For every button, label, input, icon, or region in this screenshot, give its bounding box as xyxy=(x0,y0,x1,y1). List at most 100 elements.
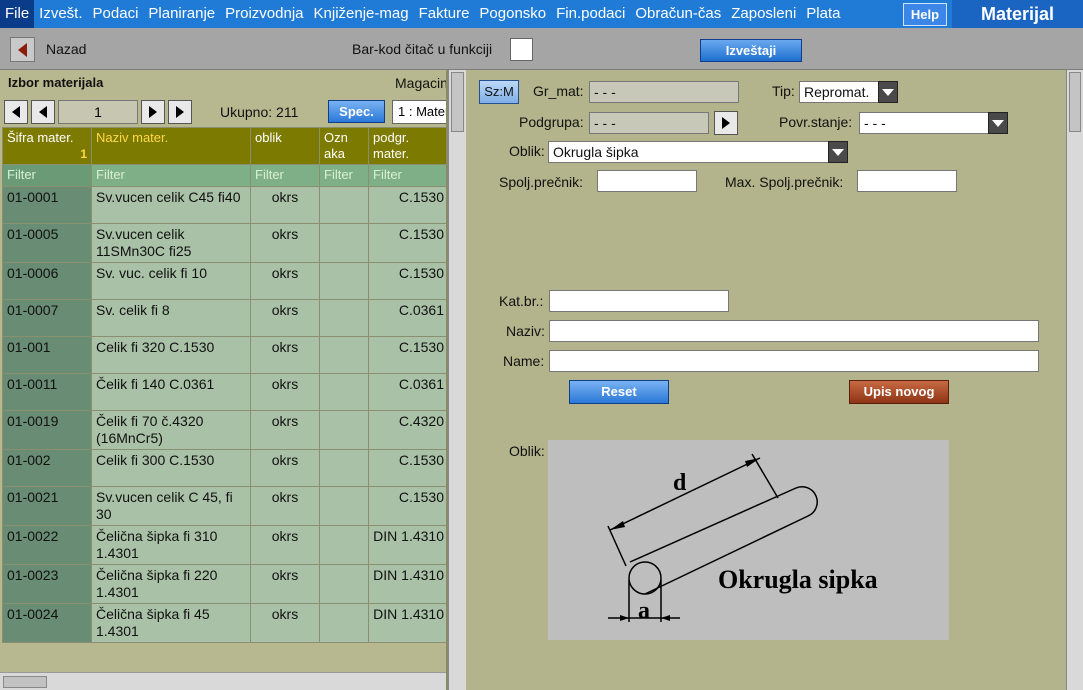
col-header-name[interactable]: Naziv mater. xyxy=(91,127,251,165)
cell-subgroup[interactable]: C.1530 xyxy=(368,336,446,374)
reset-button[interactable]: Reset xyxy=(569,380,669,404)
cell-shape[interactable]: okrs xyxy=(250,336,320,374)
menu-izvestaji[interactable]: Izvešt. xyxy=(34,0,87,28)
cell-name[interactable]: Celik fi 320 C.1530 xyxy=(91,336,251,374)
cell-name[interactable]: Sv.vucen celik C 45, fi 30 xyxy=(91,486,251,526)
menu-pogonsko[interactable]: Pogonsko xyxy=(474,0,551,28)
new-entry-button[interactable]: Upis novog xyxy=(849,380,949,404)
table-row[interactable]: 01-001 Celik fi 320 C.1530 okrs C.1530 xyxy=(2,336,446,374)
table-row[interactable]: 01-002 Celik fi 300 C.1530 okrs C.1530 xyxy=(2,449,446,487)
menu-podaci[interactable]: Podaci xyxy=(88,0,144,28)
cell-mark[interactable] xyxy=(319,449,369,487)
cell-mark[interactable] xyxy=(319,186,369,224)
cell-subgroup[interactable]: DIN 1.4310 xyxy=(368,564,446,604)
naziv-field[interactable] xyxy=(549,320,1039,342)
table-row[interactable]: 01-0022 Čelična šipka fi 310 1.4301 okrs DI… xyxy=(2,525,446,565)
cell-shape[interactable]: okrs xyxy=(250,299,320,337)
podgrupa-browse-button[interactable] xyxy=(714,111,738,135)
filter-code[interactable]: Filter xyxy=(2,164,92,187)
name-field[interactable] xyxy=(549,350,1039,372)
cell-subgroup[interactable]: C.0361 xyxy=(368,299,446,337)
menu-file[interactable]: File xyxy=(0,0,35,28)
oblik-select[interactable]: Okrugla šipka xyxy=(548,141,830,163)
cell-code[interactable]: 01-0019 xyxy=(2,410,92,450)
cell-shape[interactable]: okrs xyxy=(250,262,320,300)
tip-select[interactable]: Repromat. xyxy=(799,81,879,103)
cell-subgroup[interactable]: C.4320 xyxy=(368,410,446,450)
last-page-button[interactable] xyxy=(168,100,192,124)
cell-code[interactable]: 01-0022 xyxy=(2,525,92,565)
cell-name[interactable]: Sv.vucen celik C45 fi40 xyxy=(91,186,251,224)
cell-subgroup[interactable]: C.1530 xyxy=(368,186,446,224)
cell-shape[interactable]: okrs xyxy=(250,525,320,565)
table-row[interactable]: 01-0001 Sv.vucen celik C45 fi40 okrs C.1530 xyxy=(2,186,446,224)
scrollbar-thumb[interactable] xyxy=(1069,72,1081,132)
table-row[interactable]: 01-0005 Sv.vucen celik 11SMn30C fi25 okrs C… xyxy=(2,223,446,263)
reports-button[interactable]: Izveštaji xyxy=(700,39,802,62)
cell-name[interactable]: Čelik fi 70 č.4320 (16MnCr5) xyxy=(91,410,251,450)
scrollbar-thumb[interactable] xyxy=(451,72,464,132)
page-number-input[interactable]: 1 xyxy=(58,100,138,124)
szm-button[interactable]: Sz:M xyxy=(479,80,519,104)
help-button[interactable]: Help xyxy=(903,3,947,26)
oblik-dropdown-button[interactable] xyxy=(828,141,848,163)
cell-shape[interactable]: okrs xyxy=(250,486,320,526)
table-row[interactable]: 01-0006 Sv. vuc. celik fi 10 okrs C.1530 xyxy=(2,262,446,300)
cell-code[interactable]: 01-0005 xyxy=(2,223,92,263)
max-spolj-precnik-field[interactable] xyxy=(857,170,957,192)
kat-br-field[interactable] xyxy=(549,290,729,312)
horizontal-scrollbar[interactable] xyxy=(0,672,446,690)
form-vertical-scrollbar[interactable] xyxy=(1066,70,1083,690)
cell-shape[interactable]: okrs xyxy=(250,410,320,450)
cell-mark[interactable] xyxy=(319,223,369,263)
cell-subgroup[interactable]: C.0361 xyxy=(368,373,446,411)
table-row[interactable]: 01-0011 Čelik fi 140 C.0361 okrs C.0361 xyxy=(2,373,446,411)
cell-shape[interactable]: okrs xyxy=(250,449,320,487)
cell-mark[interactable] xyxy=(319,299,369,337)
cell-name[interactable]: Čelik fi 140 C.0361 xyxy=(91,373,251,411)
back-button[interactable] xyxy=(10,37,35,62)
col-header-subgroup[interactable]: podgr. mater. xyxy=(368,127,446,165)
cell-subgroup[interactable]: C.1530 xyxy=(368,223,446,263)
cell-code[interactable]: 01-0024 xyxy=(2,603,92,643)
barcode-checkbox[interactable] xyxy=(510,38,533,61)
cell-name[interactable]: Sv. vuc. celik fi 10 xyxy=(91,262,251,300)
material-type-select[interactable]: 1 : Materijal xyxy=(392,100,446,124)
menu-fakture[interactable]: Fakture xyxy=(414,0,475,28)
cell-name[interactable]: Čelična šipka fi 45 1.4301 xyxy=(91,603,251,643)
cell-subgroup[interactable]: C.1530 xyxy=(368,449,446,487)
col-header-mark[interactable]: Ozn aka xyxy=(319,127,369,165)
scrollbar-thumb[interactable] xyxy=(3,676,47,688)
table-row[interactable]: 01-0019 Čelik fi 70 č.4320 (16MnCr5) okrs C… xyxy=(2,410,446,450)
cell-mark[interactable] xyxy=(319,486,369,526)
cell-mark[interactable] xyxy=(319,603,369,643)
cell-code[interactable]: 01-001 xyxy=(2,336,92,374)
menu-plata[interactable]: Plata xyxy=(801,0,845,28)
povr-stanje-dropdown-button[interactable] xyxy=(988,112,1008,134)
cell-code[interactable]: 01-0006 xyxy=(2,262,92,300)
spolj-precnik-field[interactable] xyxy=(597,170,697,192)
filter-subgroup[interactable]: Filter xyxy=(368,164,446,187)
cell-code[interactable]: 01-0023 xyxy=(2,564,92,604)
cell-name[interactable]: Celik fi 300 C.1530 xyxy=(91,449,251,487)
col-header-shape[interactable]: oblik xyxy=(250,127,320,165)
cell-name[interactable]: Sv. celik fi 8 xyxy=(91,299,251,337)
cell-mark[interactable] xyxy=(319,410,369,450)
cell-subgroup[interactable]: DIN 1.4310 xyxy=(368,603,446,643)
povr-stanje-select[interactable]: - - - xyxy=(859,112,989,134)
cell-subgroup[interactable]: C.1530 xyxy=(368,486,446,526)
cell-mark[interactable] xyxy=(319,373,369,411)
tip-dropdown-button[interactable] xyxy=(878,81,898,103)
menu-obracun-cas[interactable]: Obračun-čas xyxy=(630,0,726,28)
cell-subgroup[interactable]: C.1530 xyxy=(368,262,446,300)
cell-code[interactable]: 01-0007 xyxy=(2,299,92,337)
cell-name[interactable]: Čelična šipka fi 310 1.4301 xyxy=(91,525,251,565)
cell-mark[interactable] xyxy=(319,336,369,374)
first-page-button[interactable] xyxy=(4,100,28,124)
cell-subgroup[interactable]: DIN 1.4310 xyxy=(368,525,446,565)
table-row[interactable]: 01-0007 Sv. celik fi 8 okrs C.0361 xyxy=(2,299,446,337)
cell-shape[interactable]: okrs xyxy=(250,373,320,411)
menu-knjizenje-mag[interactable]: Knjiženje-mag xyxy=(309,0,414,28)
filter-mark[interactable]: Filter xyxy=(319,164,369,187)
table-row[interactable]: 01-0023 Čelična šipka fi 220 1.4301 okrs DI… xyxy=(2,564,446,604)
